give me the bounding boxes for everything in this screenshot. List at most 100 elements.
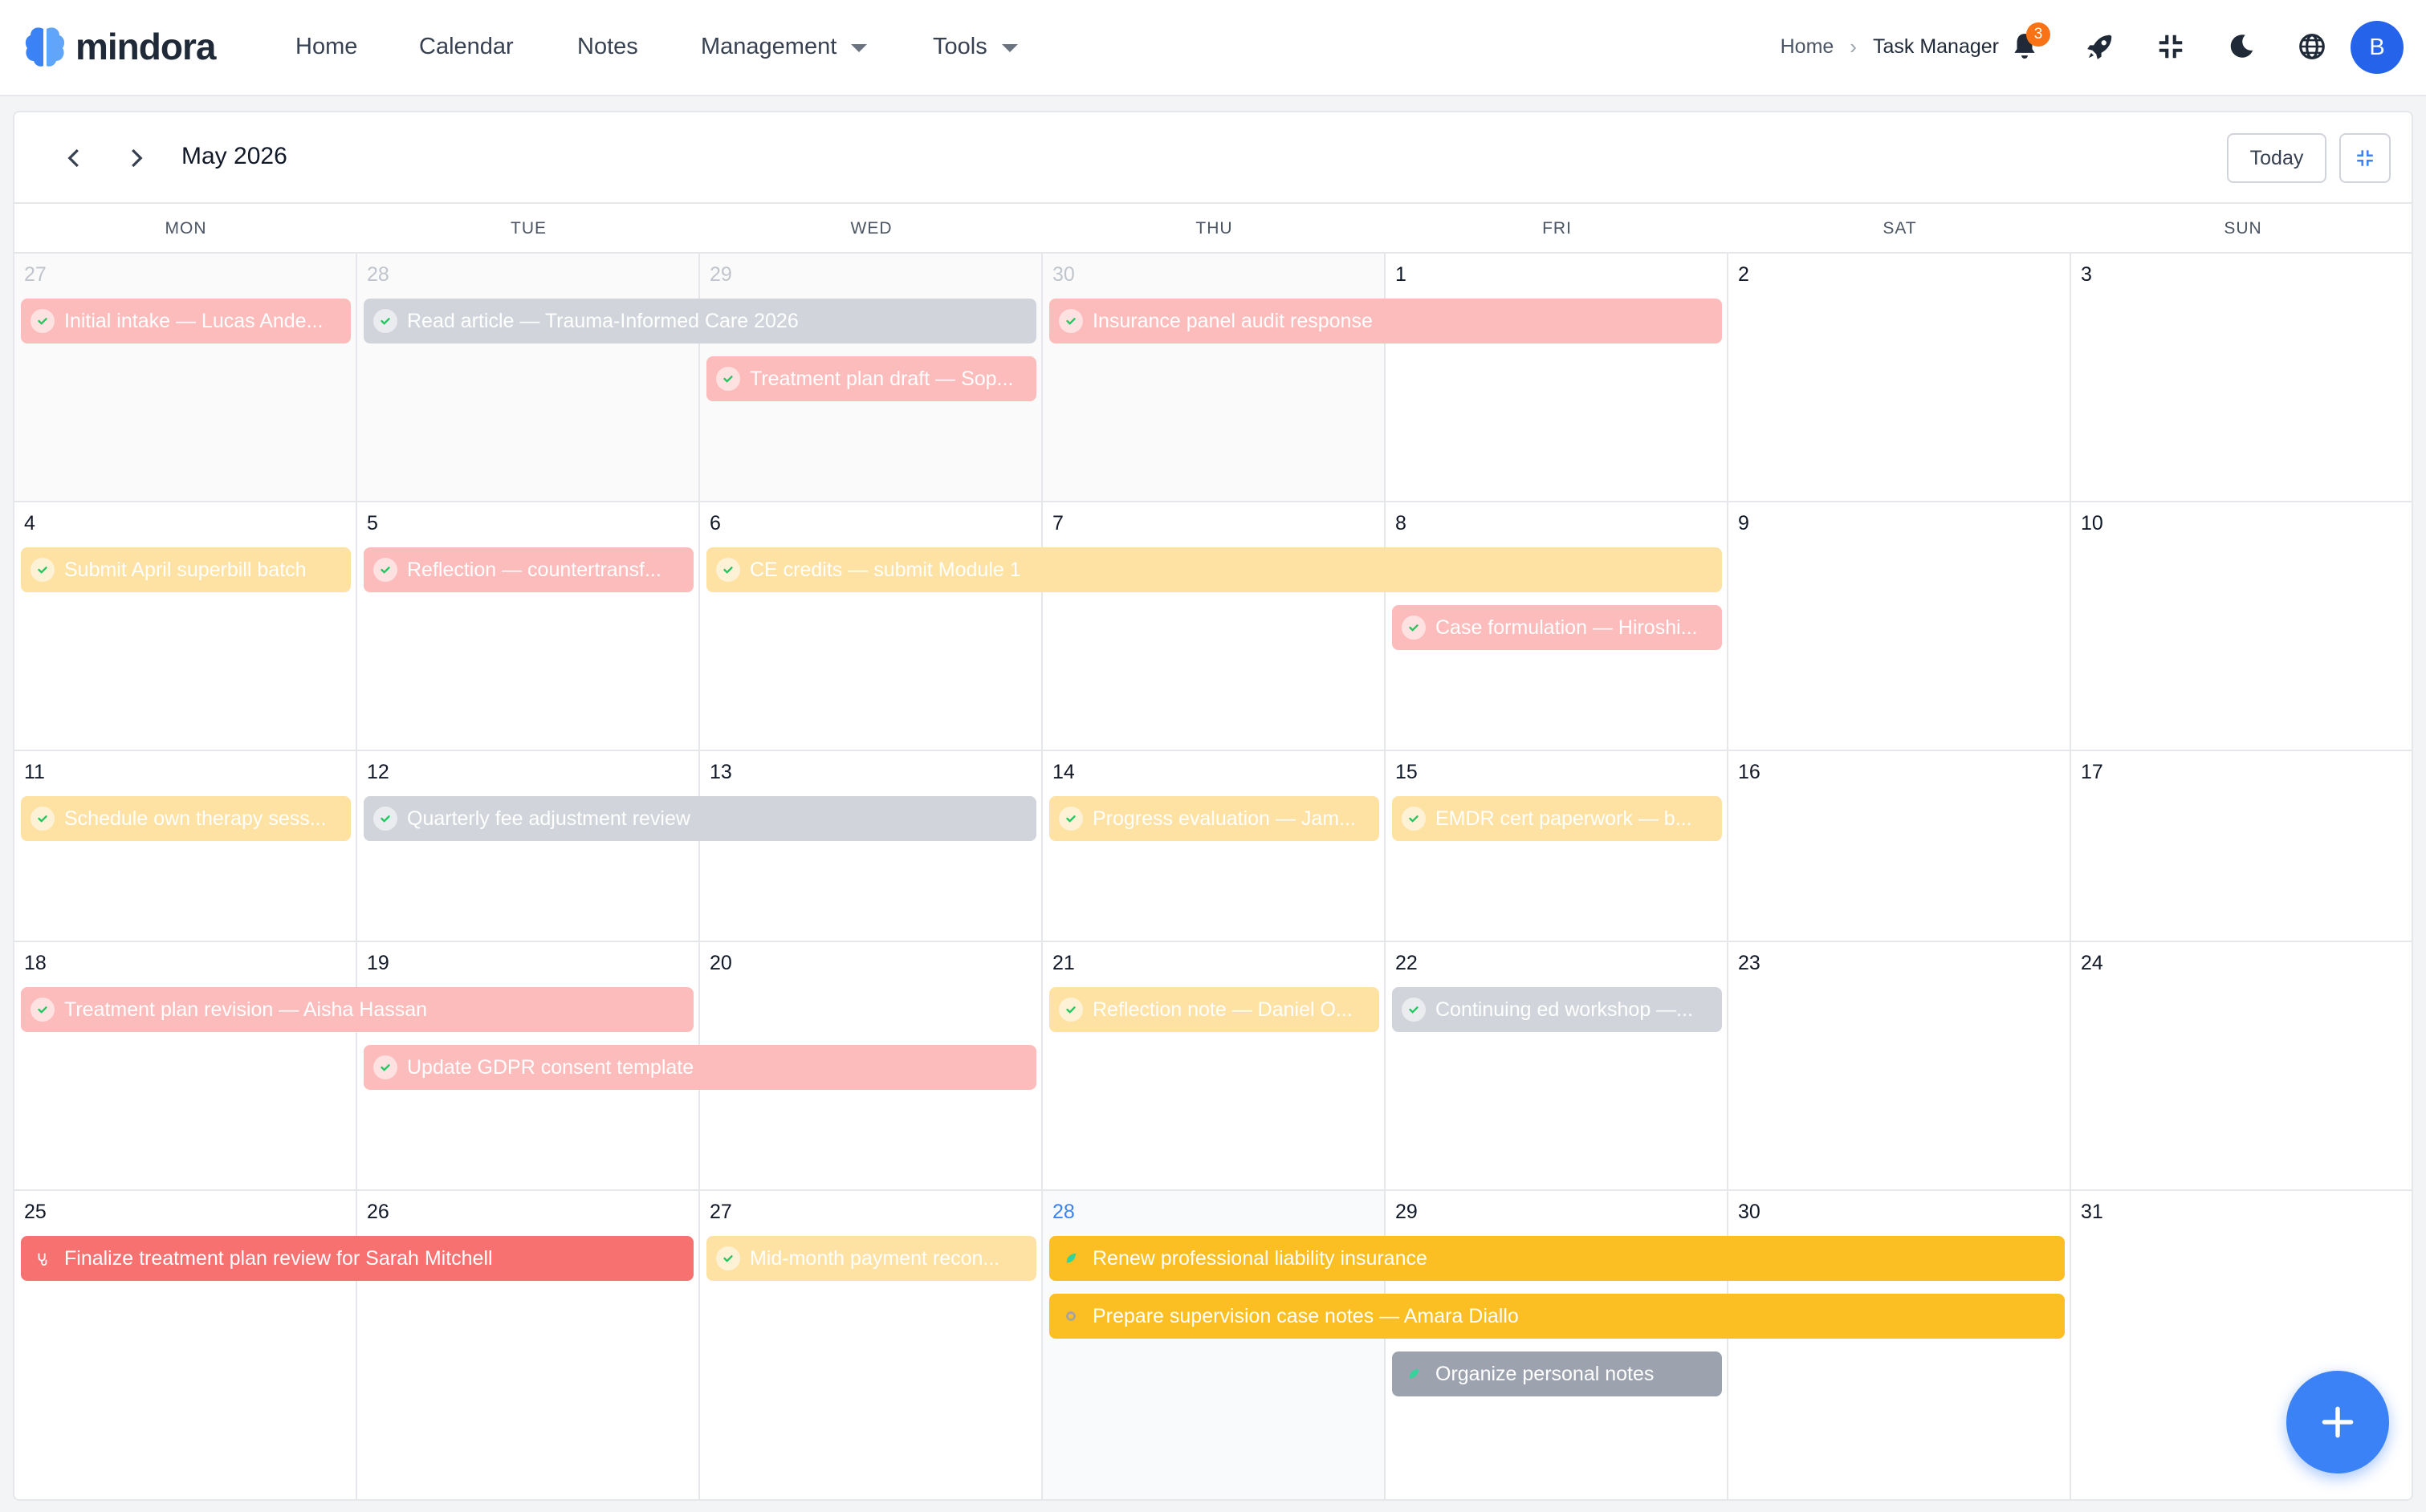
day-cell[interactable]: 27 xyxy=(14,254,357,502)
breadcrumb-home[interactable]: Home xyxy=(1781,35,1834,59)
day-cell[interactable]: 9 xyxy=(1728,502,2071,751)
task-event[interactable]: Reflection — countertransf... xyxy=(364,547,694,592)
task-event[interactable]: Finalize treatment plan review for Sarah… xyxy=(21,1236,694,1281)
day-cell[interactable]: 16 xyxy=(1728,751,2071,942)
task-event-label: Reflection — countertransf... xyxy=(407,558,661,581)
day-number: 18 xyxy=(24,952,47,974)
nav-home-label: Home xyxy=(295,33,358,59)
collapse-view-button[interactable] xyxy=(2339,133,2391,183)
brand-logo[interactable]: mindora xyxy=(24,21,216,72)
check-icon xyxy=(373,309,397,333)
weekday-label: THU xyxy=(1195,219,1233,238)
task-event[interactable]: Progress evaluation — Jam... xyxy=(1049,796,1379,841)
day-cell[interactable]: 21 xyxy=(1043,942,1386,1191)
task-event-label: Quarterly fee adjustment review xyxy=(407,807,690,830)
day-cell[interactable]: 4 xyxy=(14,502,357,751)
day-cell[interactable]: 23 xyxy=(1728,942,2071,1191)
day-number: 8 xyxy=(1395,512,1406,534)
day-cell[interactable]: 30 xyxy=(1043,254,1386,502)
chevron-down-icon xyxy=(851,44,868,52)
day-cell[interactable]: 24 xyxy=(2071,942,2412,1191)
day-number: 31 xyxy=(2081,1201,2103,1223)
add-task-button[interactable] xyxy=(2286,1371,2389,1473)
day-cell[interactable]: 22 xyxy=(1386,942,1728,1191)
day-cell[interactable]: 7 xyxy=(1043,502,1386,751)
day-number: 10 xyxy=(2081,512,2103,534)
nav-calendar[interactable]: Calendar xyxy=(419,29,514,64)
check-icon xyxy=(1402,616,1426,640)
nav-home[interactable]: Home xyxy=(295,29,357,64)
task-event-label: Organize personal notes xyxy=(1435,1362,1655,1385)
task-event[interactable]: Submit April superbill batch xyxy=(21,547,351,592)
day-cell[interactable]: 17 xyxy=(2071,751,2412,942)
day-cell[interactable]: 13 xyxy=(700,751,1043,942)
task-event[interactable]: Prepare supervision case notes — Amara D… xyxy=(1049,1294,2065,1339)
day-number: 28 xyxy=(367,263,389,286)
notifications-button[interactable]: 3 xyxy=(2002,22,2050,69)
day-cell[interactable]: 11 xyxy=(14,751,357,942)
check-icon xyxy=(1059,998,1083,1022)
day-cell[interactable]: 28 xyxy=(357,254,700,502)
day-cell[interactable]: 6 xyxy=(700,502,1043,751)
task-event[interactable]: Renew professional liability insurance xyxy=(1049,1236,2065,1281)
task-event[interactable]: Read article — Trauma-Informed Care 2026 xyxy=(364,299,1036,343)
day-cell[interactable]: 1 xyxy=(1386,254,1728,502)
day-cell[interactable]: 18 xyxy=(14,942,357,1191)
day-cell[interactable]: 5 xyxy=(357,502,700,751)
nav-notes-label: Notes xyxy=(577,33,638,59)
day-number: 11 xyxy=(24,761,45,783)
task-event[interactable]: Initial intake — Lucas Ande... xyxy=(21,299,351,343)
nav-management[interactable]: Management xyxy=(701,29,868,64)
user-avatar[interactable]: B xyxy=(2351,21,2404,74)
language-button[interactable] xyxy=(2290,24,2334,69)
task-event[interactable]: EMDR cert paperwork — b... xyxy=(1392,796,1722,841)
nav-management-label: Management xyxy=(701,33,837,59)
task-event[interactable]: Insurance panel audit response xyxy=(1049,299,1722,343)
task-event-label: Case formulation — Hiroshi... xyxy=(1435,616,1698,639)
day-cell[interactable]: 10 xyxy=(2071,502,2412,751)
task-event[interactable]: Schedule own therapy sess... xyxy=(21,796,351,841)
task-event[interactable]: Treatment plan revision — Aisha Hassan xyxy=(21,987,694,1032)
nav-calendar-label: Calendar xyxy=(419,33,514,59)
task-event[interactable]: CE credits — submit Module 1 xyxy=(706,547,1722,592)
task-event[interactable]: Mid-month payment recon... xyxy=(706,1236,1036,1281)
launch-button[interactable] xyxy=(2078,24,2123,69)
next-month-button[interactable] xyxy=(116,138,156,178)
task-event[interactable]: Update GDPR consent template xyxy=(364,1045,1036,1090)
day-cell[interactable]: 3 xyxy=(2071,254,2412,502)
leaf-icon xyxy=(1059,1246,1083,1270)
nav-notes[interactable]: Notes xyxy=(577,29,638,64)
day-number: 17 xyxy=(2081,761,2103,783)
today-button[interactable]: Today xyxy=(2227,133,2326,183)
weekday-label: TUE xyxy=(511,219,547,238)
day-number: 6 xyxy=(710,512,721,534)
brain-icon xyxy=(25,27,65,67)
dark-mode-toggle[interactable] xyxy=(2219,24,2264,69)
task-event[interactable]: Continuing ed workshop —... xyxy=(1392,987,1722,1032)
check-icon xyxy=(1402,998,1426,1022)
task-event-label: Initial intake — Lucas Ande... xyxy=(64,309,324,332)
day-cell[interactable]: 12 xyxy=(357,751,700,942)
previous-month-button[interactable] xyxy=(55,138,95,178)
compress-icon xyxy=(2159,35,2183,59)
day-number: 20 xyxy=(710,952,732,974)
weekday-label: FRI xyxy=(1542,219,1572,238)
task-event[interactable]: Quarterly fee adjustment review xyxy=(364,796,1036,841)
calendar-header: May 2026 Today xyxy=(14,112,2412,204)
nav-tools[interactable]: Tools xyxy=(933,29,1018,64)
task-event[interactable]: Treatment plan draft — Sop... xyxy=(706,356,1036,401)
task-event[interactable]: Organize personal notes xyxy=(1392,1351,1722,1396)
day-number: 27 xyxy=(24,263,47,286)
task-event-label: Finalize treatment plan review for Sarah… xyxy=(64,1246,493,1270)
task-event[interactable]: Reflection note — Daniel O... xyxy=(1049,987,1379,1032)
day-cell[interactable]: 15 xyxy=(1386,751,1728,942)
task-event-label: Progress evaluation — Jam... xyxy=(1093,807,1356,830)
day-number: 28 xyxy=(1052,1201,1075,1223)
day-cell[interactable]: 2 xyxy=(1728,254,2071,502)
task-event[interactable]: Case formulation — Hiroshi... xyxy=(1392,605,1722,650)
day-cell[interactable]: 14 xyxy=(1043,751,1386,942)
check-icon xyxy=(716,1246,740,1270)
compact-view-button[interactable] xyxy=(2148,24,2193,69)
weekday-label: MON xyxy=(165,219,207,238)
day-number: 12 xyxy=(367,761,389,783)
